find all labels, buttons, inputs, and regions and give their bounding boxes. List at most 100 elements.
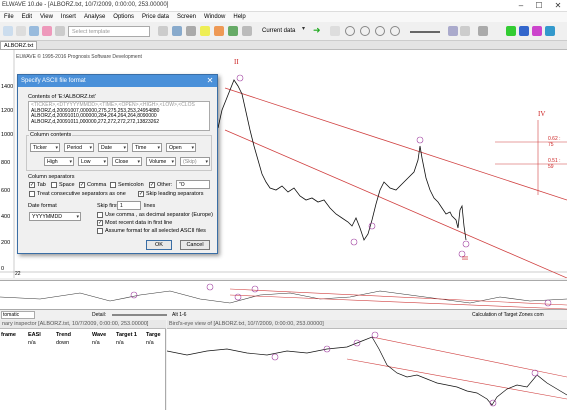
column-select-3[interactable]: Date (98, 143, 128, 152)
y-tick: 800 (1, 160, 11, 166)
wave-label-ii: II (234, 58, 239, 66)
menu-view[interactable]: View (36, 12, 57, 22)
print-icon[interactable] (158, 26, 168, 36)
menu-insert[interactable]: Insert (57, 12, 80, 22)
toolbar-icon[interactable] (200, 26, 210, 36)
toolbar: Select template Current data ▾ ➜ (0, 22, 567, 41)
toolbar-icon[interactable] (228, 26, 238, 36)
assume-format-checkbox[interactable] (97, 228, 103, 234)
toolbar-icon[interactable] (545, 26, 555, 36)
arrow-right-icon[interactable]: ➜ (313, 25, 321, 36)
toolbar-icon[interactable] (519, 26, 529, 36)
semicolon-checkbox[interactable] (110, 182, 116, 188)
column-select-1[interactable]: Ticker (30, 143, 60, 152)
consecutive-checkbox[interactable] (29, 191, 35, 197)
menu-help[interactable]: Help (229, 12, 249, 22)
cancel-button[interactable]: Cancel (180, 240, 210, 250)
column-contents-label: Column contents (29, 132, 73, 138)
menu-bar: File Edit View Insert Analyse Options Price da… (0, 12, 567, 22)
close-button[interactable]: ✕ (549, 0, 567, 12)
toolbar-icon[interactable] (448, 26, 458, 36)
date-format-select[interactable]: YYYYMMDD (29, 212, 81, 221)
tab-alborz[interactable]: ALBORZ.txt (0, 41, 38, 50)
menu-analyse[interactable]: Analyse (80, 12, 109, 22)
ok-button[interactable]: OK (146, 240, 172, 250)
y-tick: 200 (1, 240, 11, 246)
cell-target1: n/a (116, 340, 124, 346)
toolbar-icon[interactable] (186, 26, 196, 36)
mode-select[interactable]: tomatic (1, 311, 35, 319)
toolbar-icon[interactable] (55, 26, 65, 36)
separators-label: Column separators (28, 174, 75, 180)
column-select-9[interactable]: Volume (146, 157, 176, 166)
other-separator-input[interactable]: "O (176, 180, 210, 189)
toolbar-icon[interactable] (214, 26, 224, 36)
assume-format-label: Assume format for all selected ASCII fil… (105, 228, 206, 234)
target-label: 0.51 : 59 (548, 158, 561, 170)
toolbar-icon[interactable] (3, 26, 13, 36)
copyright-text: ELWAVE © 1995-2016 Prognosis Software De… (16, 54, 142, 60)
circle-icon[interactable] (345, 26, 355, 36)
dropdown-arrow-icon[interactable]: ▾ (302, 25, 305, 32)
column-select-5[interactable]: Open (166, 143, 196, 152)
col-header: EASI (28, 332, 41, 338)
recent-first-label: Most recent data in first line (105, 220, 173, 226)
column-select-4[interactable]: Time (132, 143, 162, 152)
birdseye-panel[interactable]: Bird's-eye view of [ALBORZ.txt, 10/7/200… (167, 320, 567, 410)
toolbar-icon[interactable] (29, 26, 39, 36)
menu-edit[interactable]: Edit (18, 12, 36, 22)
comma-checkbox[interactable]: ✓ (79, 182, 85, 188)
space-checkbox[interactable] (51, 182, 57, 188)
wave-marker (416, 136, 424, 144)
column-select-2[interactable]: Period (64, 143, 94, 152)
toolbar-icon[interactable] (330, 26, 340, 36)
template-select[interactable]: Select template (68, 26, 150, 37)
col-header: Targe (146, 332, 161, 338)
birdseye-canvas (167, 331, 567, 407)
circle-icon[interactable] (375, 26, 385, 36)
menu-options[interactable]: Options (109, 12, 138, 22)
space-label: Space (59, 182, 75, 188)
minimize-button[interactable]: – (512, 0, 530, 12)
y-tick: 400 (1, 214, 11, 220)
tab-checkbox[interactable]: ✓ (29, 182, 35, 188)
menu-file[interactable]: File (0, 12, 18, 22)
menu-window[interactable]: Window (200, 12, 229, 22)
alt-label: Alt 1-6 (172, 312, 187, 318)
file-preview: <TICKER>,<DTYYYYMMDD>,<TIME>,<OPEN>,<HIG… (28, 101, 210, 131)
menu-price-data[interactable]: Price data (138, 12, 173, 22)
cell-easi: n/a (28, 340, 36, 346)
control-bar: tomatic Detail: Alt 1-6 Calculation of T… (0, 310, 567, 320)
circle-icon[interactable] (360, 26, 370, 36)
channel-line (224, 87, 567, 201)
toolbar-icon[interactable] (16, 26, 26, 36)
recent-first-checkbox[interactable]: ✓ (97, 220, 103, 226)
column-select-7[interactable]: Low (78, 157, 108, 166)
dialog-close-icon[interactable]: ✕ (205, 76, 215, 86)
other-checkbox[interactable]: ✓ (149, 182, 155, 188)
toolbar-icon[interactable] (532, 26, 542, 36)
skip-leading-checkbox[interactable]: ✓ (138, 191, 144, 197)
comma-label: Comma (87, 182, 107, 188)
column-select-10[interactable]: (Skip) (180, 157, 210, 166)
wave-marker (462, 240, 470, 248)
toolbar-icon[interactable] (460, 26, 470, 36)
preview-line: ALBORZ,d,20091011,000000,272,272,272,272… (31, 118, 160, 125)
skip-first-input[interactable]: 1 (117, 201, 141, 210)
detail-slider[interactable] (112, 314, 167, 316)
comma-decimal-checkbox[interactable] (97, 212, 103, 218)
menu-screen[interactable]: Screen (173, 12, 200, 22)
cell-target2: n/a (146, 340, 154, 346)
column-select-6[interactable]: High (44, 157, 74, 166)
toolbar-icon[interactable] (42, 26, 52, 36)
oscillator-panel[interactable] (0, 280, 567, 310)
toolbar-icon[interactable] (242, 26, 252, 36)
circle-icon[interactable] (390, 26, 400, 36)
toolbar-icon[interactable] (506, 26, 516, 36)
toolbar-icon[interactable] (478, 26, 488, 36)
save-icon[interactable] (172, 26, 182, 36)
cell-trend: down (56, 340, 70, 346)
maximize-button[interactable]: ☐ (530, 0, 548, 12)
column-select-8[interactable]: Close (112, 157, 142, 166)
line-tool-icon[interactable] (410, 31, 440, 33)
